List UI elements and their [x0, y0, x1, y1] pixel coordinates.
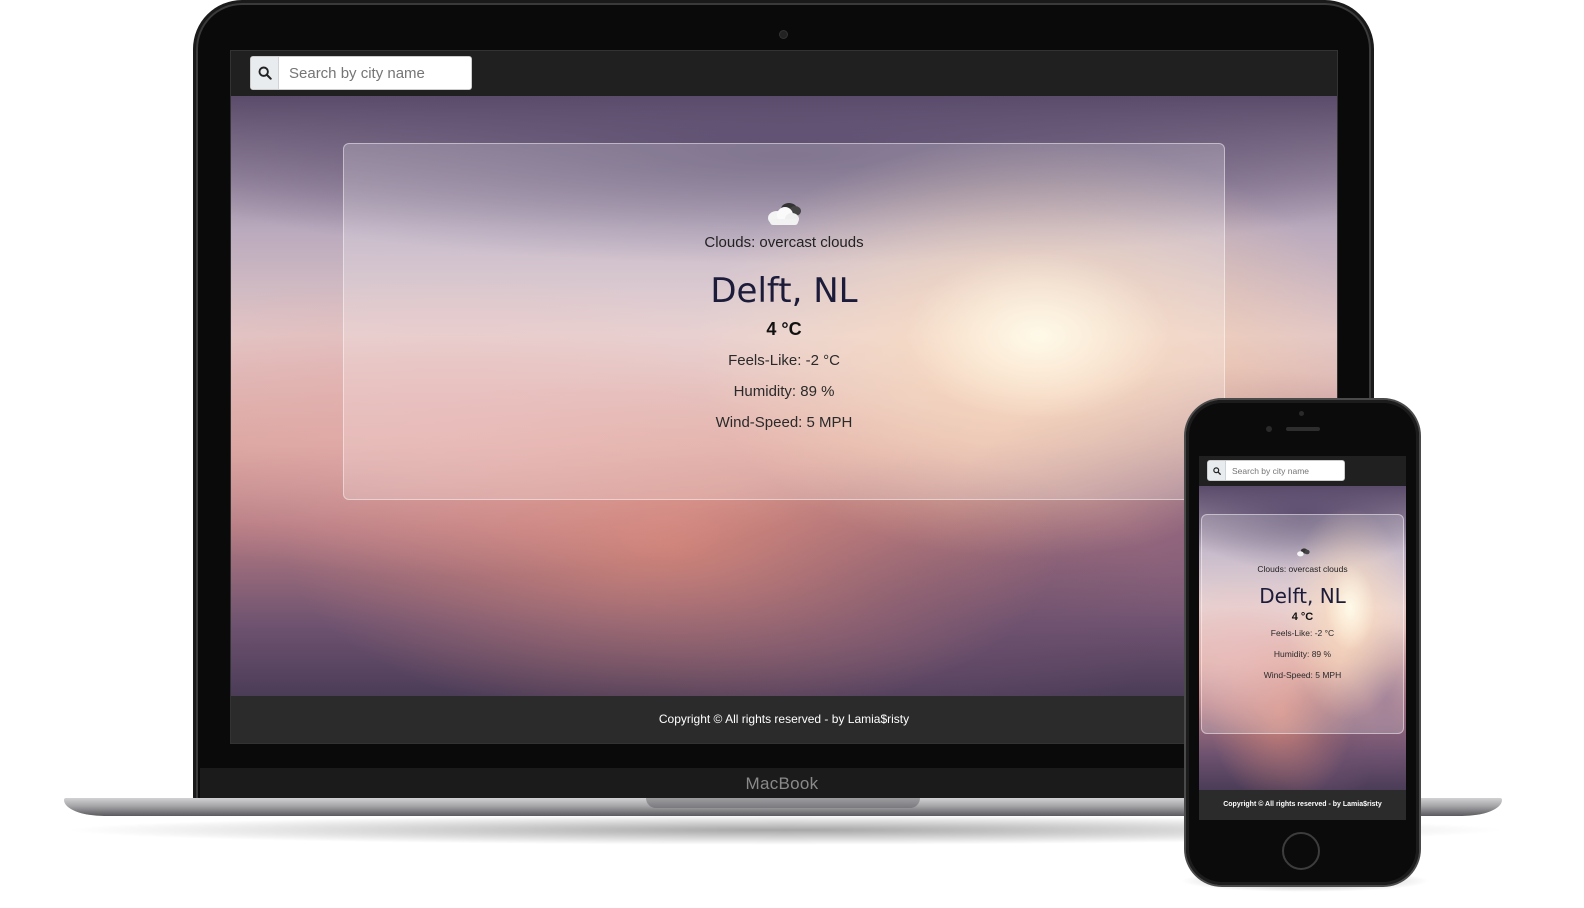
- wind-speed: Wind-Speed: 5 MPH: [1263, 670, 1342, 680]
- search-input[interactable]: [1226, 461, 1344, 480]
- search-input[interactable]: [279, 57, 471, 89]
- weather-description: Clouds: overcast clouds: [1257, 564, 1348, 574]
- weather-card: Clouds: overcast clouds Delft, NL 4 °C F…: [1201, 514, 1404, 734]
- temperature: 4 °C: [766, 319, 802, 339]
- temperature: 4 °C: [1291, 611, 1314, 623]
- laptop-screen: Clouds: overcast clouds Delft, NL 4 °C F…: [230, 50, 1338, 744]
- humidity: Humidity: 89 %: [733, 383, 835, 400]
- footer-copyright: Copyright © All rights reserved - by Lam…: [1199, 790, 1406, 820]
- overcast-clouds-icon: [768, 203, 801, 225]
- weather-app-desktop: Clouds: overcast clouds Delft, NL 4 °C F…: [231, 51, 1337, 743]
- footer-copyright: Copyright © All rights reserved - by Lam…: [231, 696, 1337, 743]
- overcast-clouds-icon: [1296, 548, 1310, 557]
- phone-home-button: [1282, 832, 1320, 870]
- feels-like: Feels-Like: -2 °C: [728, 352, 840, 369]
- feels-like: Feels-Like: -2 °C: [1270, 628, 1335, 638]
- phone-screen: Clouds: overcast clouds Delft, NL 4 °C F…: [1199, 456, 1406, 820]
- humidity: Humidity: 89 %: [1273, 649, 1332, 659]
- camera-icon: [780, 31, 787, 38]
- phone-sensor: [1299, 411, 1304, 416]
- search-button[interactable]: [251, 57, 279, 89]
- weather-card: Clouds: overcast clouds Delft, NL 4 °C F…: [343, 143, 1225, 500]
- city-name: Delft, NL: [1259, 584, 1346, 608]
- weather-app-mobile: Clouds: overcast clouds Delft, NL 4 °C F…: [1199, 456, 1406, 820]
- top-bar: [1199, 456, 1406, 486]
- search-button[interactable]: [1208, 461, 1226, 480]
- wind-speed: Wind-Speed: 5 MPH: [715, 414, 853, 431]
- weather-description: Clouds: overcast clouds: [704, 234, 864, 251]
- search-icon: [258, 66, 272, 80]
- search-bar[interactable]: [1207, 460, 1345, 481]
- phone-camera-icon: [1266, 426, 1272, 432]
- search-bar[interactable]: [250, 56, 472, 90]
- laptop-notch: [646, 798, 920, 808]
- search-icon: [1212, 466, 1221, 475]
- phone-speaker: [1286, 427, 1320, 431]
- city-name: Delft, NL: [710, 271, 858, 311]
- top-bar: [231, 51, 1337, 96]
